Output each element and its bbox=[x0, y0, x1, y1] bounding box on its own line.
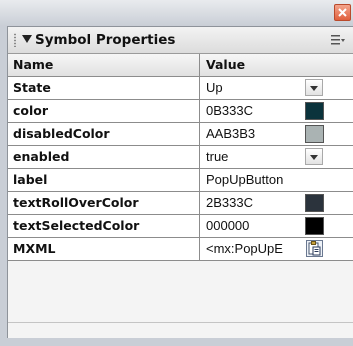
symbol-properties-panel: Symbol Properties Name Value State Up co… bbox=[7, 26, 353, 338]
close-icon bbox=[338, 8, 347, 17]
close-button[interactable] bbox=[334, 4, 351, 21]
property-name: enabled bbox=[8, 146, 200, 168]
chevron-down-icon[interactable] bbox=[305, 148, 323, 165]
panel-header: Symbol Properties bbox=[8, 27, 353, 54]
chevron-down-icon[interactable] bbox=[305, 79, 323, 96]
property-value[interactable]: AAB3B3 bbox=[200, 123, 353, 145]
table-row[interactable]: color 0B333C bbox=[8, 100, 353, 123]
property-name: State bbox=[8, 77, 200, 99]
property-value[interactable]: 0B333C bbox=[200, 100, 353, 122]
drag-grip-icon[interactable] bbox=[13, 33, 17, 47]
panel-menu-icon[interactable] bbox=[331, 34, 345, 46]
table-row[interactable]: State Up bbox=[8, 77, 353, 100]
clipboard-icon[interactable] bbox=[306, 240, 323, 257]
table-row[interactable]: MXML <mx:PopUpE bbox=[8, 238, 353, 261]
window-titlebar bbox=[0, 0, 353, 26]
color-swatch[interactable] bbox=[305, 194, 324, 212]
property-name: MXML bbox=[8, 238, 200, 260]
table-row[interactable]: textRollOverColor 2B333C bbox=[8, 192, 353, 215]
property-name: disabledColor bbox=[8, 123, 200, 145]
color-swatch[interactable] bbox=[305, 102, 324, 120]
column-header-value[interactable]: Value bbox=[200, 54, 353, 76]
property-value[interactable]: 2B333C bbox=[200, 192, 353, 214]
table-row[interactable]: disabledColor AAB3B3 bbox=[8, 123, 353, 146]
table-header-row: Name Value bbox=[8, 54, 353, 77]
column-header-name[interactable]: Name bbox=[8, 54, 200, 76]
table-row[interactable]: textSelectedColor 000000 bbox=[8, 215, 353, 238]
color-swatch[interactable] bbox=[305, 217, 324, 235]
property-value[interactable]: true bbox=[200, 146, 353, 168]
table-row[interactable]: enabled true bbox=[8, 146, 353, 169]
property-name: textSelectedColor bbox=[8, 215, 200, 237]
property-name: label bbox=[8, 169, 200, 191]
property-name: textRollOverColor bbox=[8, 192, 200, 214]
table-row[interactable]: label PopUpButton bbox=[8, 169, 353, 192]
property-value[interactable]: PopUpButton bbox=[200, 169, 353, 191]
property-name: color bbox=[8, 100, 200, 122]
property-value[interactable]: Up bbox=[200, 77, 353, 99]
panel-footer bbox=[8, 322, 353, 338]
panel-title: Symbol Properties bbox=[35, 32, 176, 48]
property-value[interactable]: <mx:PopUpE bbox=[200, 238, 353, 260]
color-swatch[interactable] bbox=[305, 125, 324, 143]
collapse-arrow-icon[interactable] bbox=[22, 35, 32, 43]
property-value[interactable]: 000000 bbox=[200, 215, 353, 237]
